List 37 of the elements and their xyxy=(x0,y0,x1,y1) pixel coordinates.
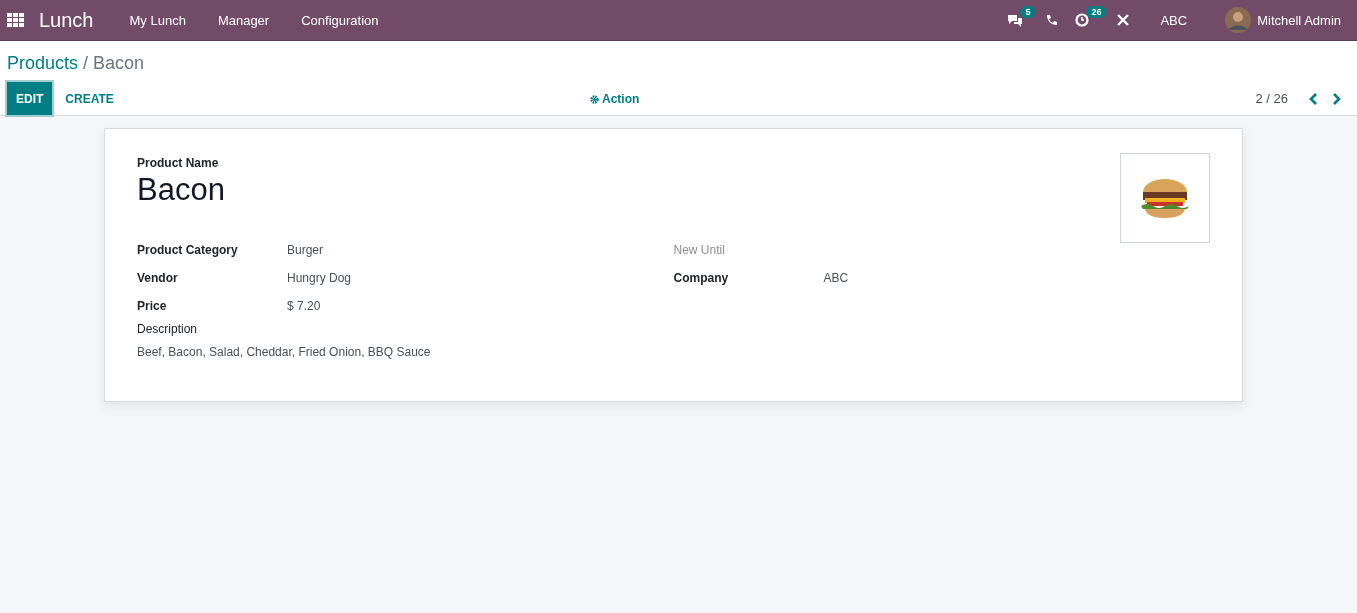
user-avatar[interactable] xyxy=(1225,7,1252,33)
field-label: Company xyxy=(673,271,730,285)
activity-count-badge: 26 xyxy=(1086,6,1107,18)
next-icon[interactable] xyxy=(1332,92,1342,105)
gear-icon xyxy=(590,94,599,104)
description-text: Beef, Bacon, Salad, Cheddar, Fried Onion, BBQ Sauce xyxy=(137,345,432,359)
phone-icon[interactable] xyxy=(1045,14,1058,26)
tools-icon[interactable] xyxy=(1116,13,1131,27)
app-name[interactable]: Lunch xyxy=(39,8,94,32)
field-value: ABC xyxy=(823,271,849,285)
user-menu[interactable]: Mitchell Admin xyxy=(1257,12,1341,28)
apps-menu-icon[interactable] xyxy=(7,13,24,27)
field-value: $ 7.20 xyxy=(287,299,321,313)
menu-item[interactable]: Configuration xyxy=(285,12,395,28)
action-dropdown[interactable]: Action xyxy=(590,92,640,106)
breadcrumb-current: Bacon xyxy=(93,53,145,74)
field-label: Product Name xyxy=(137,156,220,170)
menu-item[interactable]: My Lunch xyxy=(113,12,202,28)
field-label: Description xyxy=(137,322,199,336)
company-switcher[interactable]: ABC xyxy=(1160,12,1188,28)
field-label: New Until xyxy=(673,243,726,257)
field-label: Product Category xyxy=(137,243,239,257)
product-name: Bacon xyxy=(137,172,225,208)
menu-item[interactable]: Manager xyxy=(201,12,286,28)
field-label: Vendor xyxy=(137,271,179,285)
breadcrumb-separator: / xyxy=(83,53,89,74)
field-value: Hungry Dog xyxy=(287,271,352,285)
breadcrumb-link[interactable]: Products xyxy=(7,53,79,74)
field-label: Price xyxy=(137,299,168,313)
pager-value: 2 / 26 xyxy=(1255,91,1288,106)
field-value: Burger xyxy=(287,243,324,257)
previous-icon[interactable] xyxy=(1308,92,1318,105)
create-button[interactable]: CREATE xyxy=(56,82,123,115)
clock-icon[interactable] xyxy=(1075,13,1090,27)
message-count-badge: 5 xyxy=(1020,6,1036,18)
edit-button[interactable]: EDIT xyxy=(7,82,53,115)
chat-icon[interactable] xyxy=(1007,13,1024,27)
